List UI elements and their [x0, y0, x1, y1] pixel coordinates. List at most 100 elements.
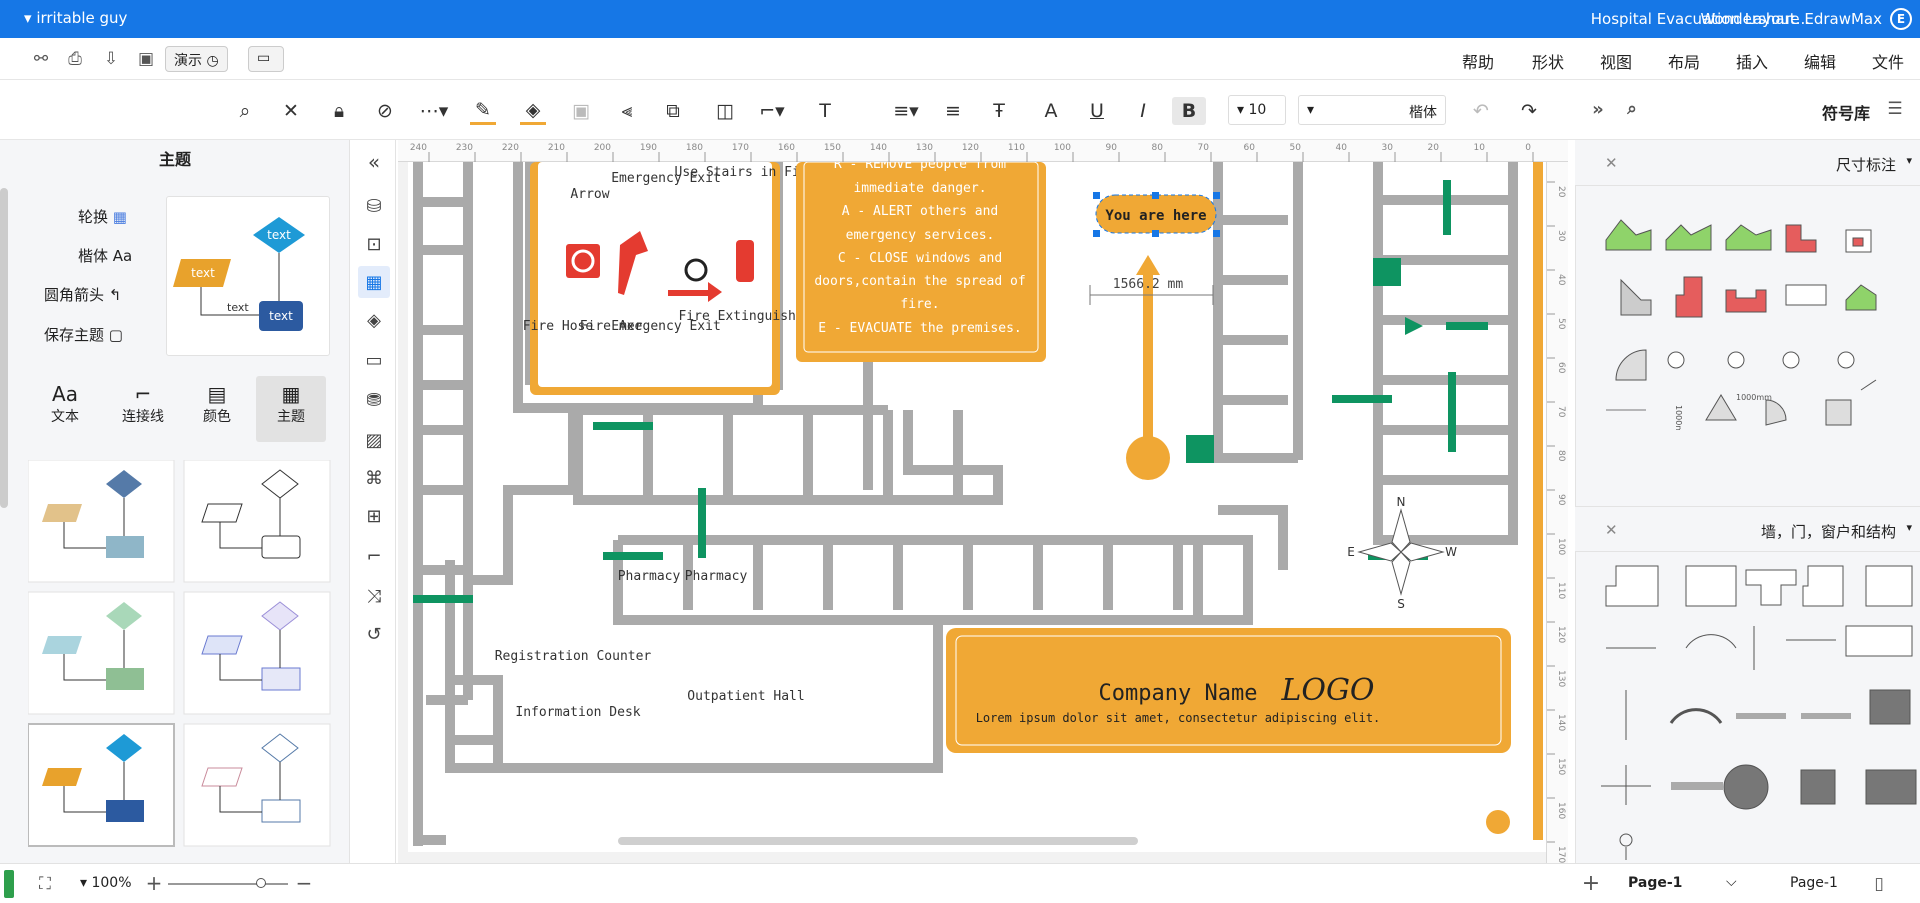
menu-layout[interactable]: 布局	[1668, 49, 1700, 73]
menu-shape[interactable]: 形状	[1532, 49, 1564, 73]
you-are-here-label[interactable]: You are here	[1105, 208, 1206, 224]
share-icon[interactable]: ⚯	[30, 48, 52, 70]
wall-shapes[interactable]	[1576, 560, 1920, 860]
export-icon[interactable]: ⇩	[100, 48, 122, 70]
connector-icon: ⌐	[134, 382, 152, 406]
fire-extinguisher-icon	[736, 240, 754, 282]
theme-link-rotate[interactable]: 轮换 ▦	[78, 206, 127, 227]
page-dropdown-icon[interactable]: ⌵	[1726, 874, 1737, 890]
paint-bucket-icon[interactable]: ⛁	[358, 190, 390, 222]
ruler-label: 50	[1290, 143, 1302, 153]
menu-view[interactable]: 视图	[1600, 49, 1632, 73]
section-dimension-header[interactable]: ✕ 尺寸标注 ▾	[1575, 140, 1920, 186]
theme-icon[interactable]: ▦	[358, 266, 390, 298]
italic-button[interactable]: I	[1130, 97, 1156, 125]
save-icon[interactable]: ▣	[135, 48, 157, 70]
palette-icon: ▤	[207, 382, 227, 406]
library-icon[interactable]: ☰	[1884, 98, 1906, 120]
layers-icon[interactable]: ◈	[358, 304, 390, 336]
text-case-icon[interactable]: Ŧ	[986, 97, 1012, 125]
collapse-left-icon[interactable]: «	[358, 146, 390, 178]
ruler-label: 90	[1556, 494, 1566, 506]
dimension-shapes[interactable]: 1000mm 1000mm	[1576, 190, 1920, 430]
theme-gallery[interactable]	[28, 460, 334, 860]
fill-color-icon[interactable]: ◈	[520, 97, 546, 125]
zoom-slider-handle[interactable]	[256, 878, 266, 888]
drawing-canvas[interactable]: Use Stairs in Fire Emergency Exit Arrow …	[398, 140, 1568, 863]
search-icon[interactable]: ⌕	[232, 97, 258, 125]
fullscreen-icon[interactable]: ⛶	[34, 873, 56, 895]
ruler-label: 120	[962, 143, 979, 153]
svg-text:immediate danger.: immediate danger.	[853, 181, 986, 196]
menu-edit[interactable]: 编辑	[1804, 49, 1836, 73]
ruler-label: 130	[916, 143, 933, 153]
ruler-label: 230	[456, 143, 473, 153]
menu-insert[interactable]: 插入	[1736, 49, 1768, 73]
close-section-icon[interactable]: ✕	[1605, 521, 1618, 539]
compass-n: N	[1397, 495, 1406, 509]
demo-button[interactable]: 演示 ◷	[165, 46, 228, 72]
database-icon[interactable]: ⛃	[358, 384, 390, 416]
redo-icon[interactable]: ↶	[1468, 97, 1494, 125]
text-align-icon[interactable]: ≡	[940, 97, 966, 125]
theme-link-save[interactable]: 保存主题 ▢	[44, 324, 123, 345]
user-menu[interactable]: ▾ irritable guy	[24, 9, 127, 27]
image-icon[interactable]: ▨	[358, 424, 390, 456]
shuffle-icon[interactable]: ⤨	[358, 580, 390, 612]
print-icon[interactable]: ⎙	[64, 48, 86, 70]
svg-text:fire.: fire.	[900, 297, 939, 312]
zoom-out-icon[interactable]: −	[294, 871, 314, 895]
page-tab[interactable]: Page-1	[1628, 875, 1682, 891]
connector-style-icon[interactable]: ⌐	[358, 540, 390, 572]
svg-text:emergency services.: emergency services.	[846, 228, 995, 243]
org-chart-icon[interactable]: ⌘	[358, 462, 390, 494]
tab-connector[interactable]: ⌐ 连接线	[108, 376, 178, 442]
zoom-select[interactable]: ▾ 100%	[80, 875, 132, 891]
undo-icon[interactable]: ↷	[1516, 97, 1542, 125]
add-page-icon[interactable]: +	[1580, 871, 1602, 896]
page-select[interactable]: Page-1	[1790, 875, 1838, 891]
horizontal-scrollbar[interactable]	[618, 837, 1138, 845]
spacing-icon[interactable]: ≡▾	[890, 97, 922, 125]
font-size-value: 10	[1248, 102, 1267, 118]
theme-preview[interactable]: text text text text	[166, 196, 330, 356]
tab-theme[interactable]: ▦ 主题	[256, 376, 326, 442]
font-color-button[interactable]: A	[1038, 97, 1064, 125]
text-box-icon[interactable]: T	[812, 97, 838, 125]
symbol-search-icon[interactable]: ⌕	[1621, 98, 1643, 120]
line-style-icon[interactable]: ⋯▾	[414, 97, 454, 125]
tab-text[interactable]: Aa 文本	[30, 376, 100, 442]
line-color-icon[interactable]: ✎	[470, 97, 496, 125]
crop-icon[interactable]: ⊘	[372, 97, 398, 125]
underline-button[interactable]: U	[1084, 97, 1110, 125]
image-edit-icon[interactable]: ⊡	[358, 228, 390, 260]
section-walls-header[interactable]: ✕ 墙，门，窗户和结构 ▾	[1575, 506, 1920, 552]
floor-plan[interactable]: Use Stairs in Fire Emergency Exit Arrow …	[398, 140, 1568, 863]
close-section-icon[interactable]: ✕	[1605, 154, 1618, 172]
company-name: Company Name	[1099, 681, 1258, 706]
zoom-slider[interactable]	[168, 878, 288, 888]
history-icon[interactable]: ↺	[358, 618, 390, 650]
connector-icon[interactable]: ⌐▾	[756, 97, 788, 125]
menu-file[interactable]: 文件	[1872, 49, 1904, 73]
group-icon[interactable]: ▣	[568, 97, 594, 125]
menu-help[interactable]: 帮助	[1462, 49, 1494, 73]
tools-icon[interactable]: ✕	[278, 97, 304, 125]
tab-color[interactable]: ▤ 颜色	[182, 376, 252, 442]
lock-icon[interactable]: 🔒︎	[326, 97, 352, 125]
collapse-panel-icon[interactable]: »	[1587, 98, 1609, 120]
page-layout-icon[interactable]: ▯	[1868, 873, 1890, 895]
align-icon[interactable]: ⫷	[614, 97, 640, 125]
font-family-select[interactable]: ▾ 楷体	[1298, 95, 1446, 125]
zoom-in-icon[interactable]: +	[144, 871, 164, 895]
arrange-icon[interactable]: ⧉	[660, 97, 686, 125]
presentation-icon[interactable]: ▭	[358, 344, 390, 376]
theme-link-arrow[interactable]: 圆角箭头 ↰	[44, 284, 121, 305]
present-icon[interactable]: ▭	[248, 46, 284, 72]
scrollbar[interactable]	[0, 188, 8, 508]
table-icon[interactable]: ⊞	[358, 500, 390, 532]
position-icon[interactable]: ◫	[712, 97, 738, 125]
font-size-select[interactable]: ▾ 10	[1228, 95, 1286, 125]
theme-link-font[interactable]: 楷体 Aa	[78, 245, 132, 266]
bold-button[interactable]: B	[1172, 97, 1206, 125]
